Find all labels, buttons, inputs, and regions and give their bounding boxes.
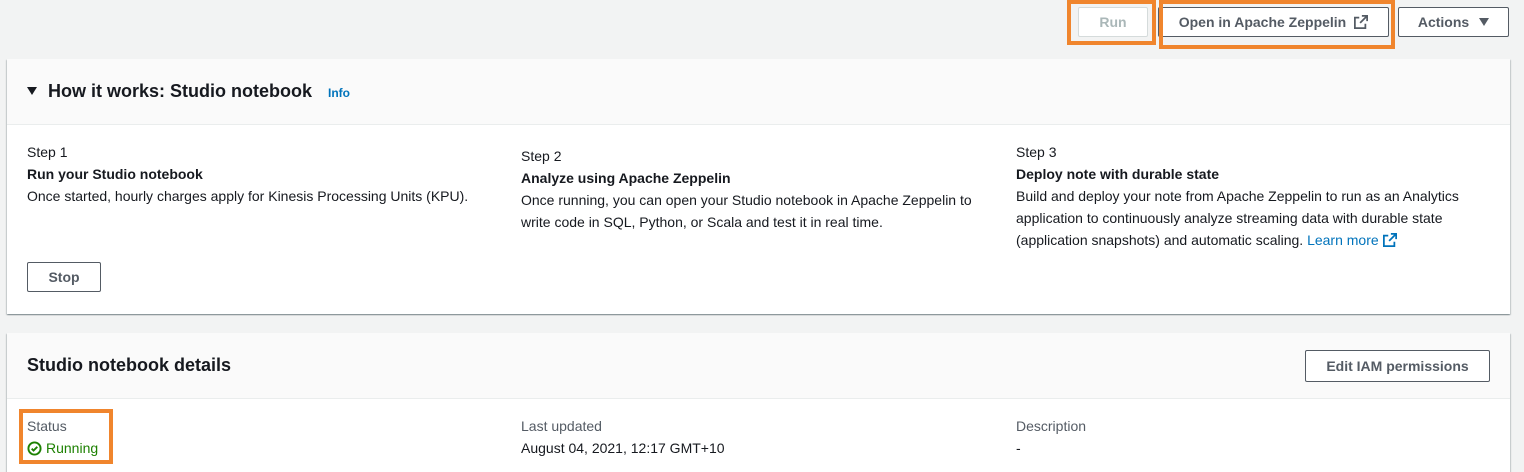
step-number: Step 3 <box>1016 144 1057 160</box>
external-link-icon[interactable] <box>1382 233 1397 247</box>
open-zeppelin-label: Open in Apache Zeppelin <box>1178 14 1347 30</box>
actions-button[interactable]: Actions <box>1398 7 1509 37</box>
step-description: Once running, you can open your Studio n… <box>521 192 972 230</box>
step-number: Step 1 <box>27 144 68 160</box>
info-link[interactable]: Info <box>328 86 350 100</box>
description-label: Description <box>1016 418 1087 434</box>
step-description: Once started, hourly charges apply for K… <box>27 188 469 204</box>
open-in-apache-zeppelin-button[interactable]: Open in Apache Zeppelin <box>1158 7 1389 37</box>
actions-label: Actions <box>1417 14 1470 30</box>
how-it-works-header[interactable]: How it works: Studio notebook Info <box>7 59 1510 125</box>
step-title: Deploy note with durable state <box>1016 166 1220 182</box>
details-title: Studio notebook details <box>27 355 232 375</box>
status-text: Running <box>46 440 99 456</box>
run-button[interactable]: Run <box>1078 7 1148 37</box>
stop-button-label: Stop <box>48 269 80 285</box>
learn-more-link[interactable]: Learn more <box>1307 232 1379 248</box>
step-title: Analyze using Apache Zeppelin <box>521 170 731 186</box>
step-2: Step 2 Analyze using Apache Zeppelin Onc… <box>521 145 991 233</box>
step-description: Build and deploy your note from Apache Z… <box>1016 185 1496 251</box>
run-button-label: Run <box>1099 14 1127 30</box>
status-value: Running <box>27 437 98 459</box>
edit-iam-permissions-button[interactable]: Edit IAM permissions <box>1305 350 1490 382</box>
last-updated-value: August 04, 2021, 12:17 GMT+10 <box>521 440 725 456</box>
caret-expanded-icon[interactable] <box>27 87 37 95</box>
last-updated-label: Last updated <box>521 418 602 434</box>
details-header: Studio notebook details Edit IAM permiss… <box>7 333 1510 399</box>
step-title: Run your Studio notebook <box>27 166 203 182</box>
how-it-works-title: How it works: Studio notebook <box>48 81 312 101</box>
status-label: Status <box>27 418 67 434</box>
step-1: Step 1 Run your Studio notebook Once sta… <box>27 141 497 207</box>
step-3: Step 3 Deploy note with durable state Bu… <box>1016 141 1496 251</box>
external-link-icon <box>1354 15 1369 29</box>
caret-down-icon <box>1479 18 1490 26</box>
step-number: Step 2 <box>521 148 562 164</box>
stop-button[interactable]: Stop <box>27 262 101 292</box>
check-circle-icon <box>27 440 42 456</box>
studio-notebook-details-panel: Studio notebook details Edit IAM permiss… <box>7 333 1510 472</box>
description-value: - <box>1016 440 1021 456</box>
how-it-works-panel: How it works: Studio notebook Info Step … <box>7 59 1510 314</box>
edit-iam-label: Edit IAM permissions <box>1326 358 1469 374</box>
